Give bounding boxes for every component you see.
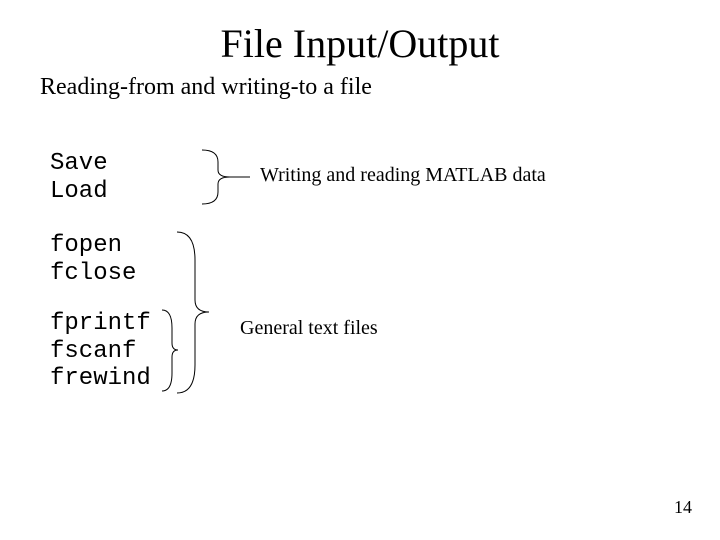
code-group-fopen-fclose: fopen fclose	[50, 232, 136, 287]
code-line: fclose	[50, 260, 136, 288]
code-line: frewind	[50, 365, 151, 393]
brace-icon	[175, 230, 230, 395]
code-line: Load	[50, 178, 108, 206]
code-group-fprintf-fscanf-frewind: fprintf fscanf frewind	[50, 310, 151, 393]
subtitle: Reading-from and writing-to a file	[40, 74, 372, 101]
page-number: 14	[674, 497, 692, 518]
code-line: Save	[50, 150, 108, 178]
code-line: fopen	[50, 232, 136, 260]
slide: File Input/Output Reading-from and writi…	[0, 0, 720, 540]
code-line: fscanf	[50, 338, 151, 366]
description-matlab-data: Writing and reading MATLAB data	[260, 164, 546, 187]
description-text-files: General text files	[240, 317, 378, 340]
brace-icon	[160, 308, 180, 393]
code-line: fprintf	[50, 310, 151, 338]
brace-icon	[200, 148, 250, 206]
code-group-save-load: Save Load	[50, 150, 108, 205]
page-title: File Input/Output	[0, 20, 720, 67]
